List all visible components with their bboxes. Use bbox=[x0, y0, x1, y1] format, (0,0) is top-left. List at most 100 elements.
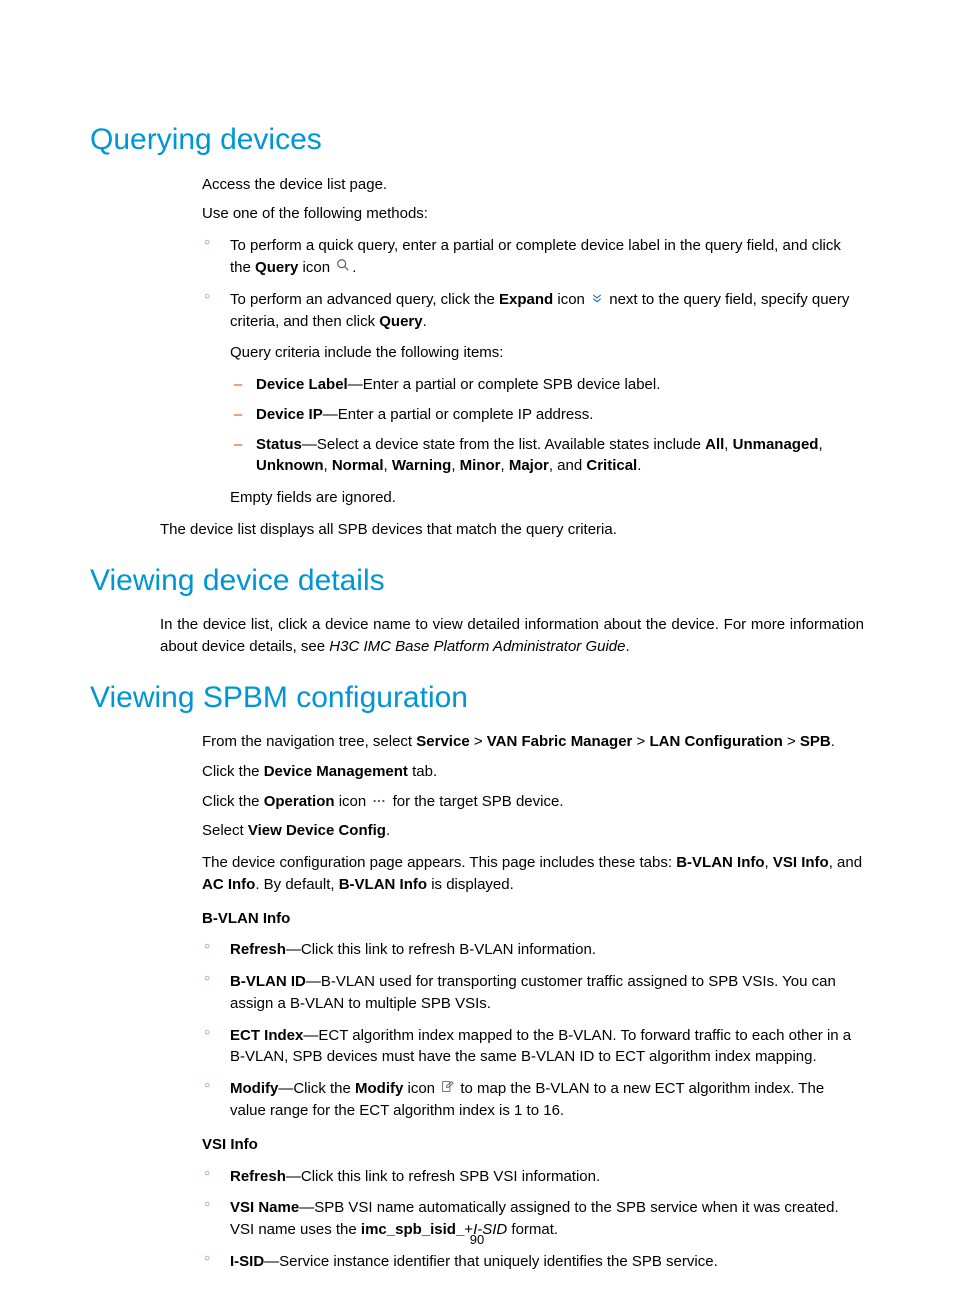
text: . bbox=[626, 638, 630, 655]
bvlan-modify: Modify—Click the Modify icon to map the … bbox=[202, 1078, 864, 1122]
sep: , bbox=[384, 457, 392, 474]
text: The device configuration page appears. T… bbox=[202, 854, 676, 871]
tab: AC Info bbox=[202, 876, 255, 893]
more-dots-icon bbox=[372, 791, 386, 813]
vsi-info-list: Refresh—Click this link to refresh SPB V… bbox=[202, 1166, 864, 1273]
heading-viewing-spbm-configuration: Viewing SPBM configuration bbox=[90, 676, 864, 720]
vsi-info-heading: VSI Info bbox=[202, 1134, 864, 1156]
text: —Enter a partial or complete IP address. bbox=[323, 406, 594, 423]
querying-steps: Access the device list page. Use one of … bbox=[160, 174, 864, 509]
vsi-refresh: Refresh—Click this link to refresh SPB V… bbox=[202, 1166, 864, 1188]
spbm-steps: From the navigation tree, select Service… bbox=[160, 731, 864, 1273]
bvlan-refresh: Refresh—Click this link to refresh B-VLA… bbox=[202, 939, 864, 961]
query-methods: To perform a quick query, enter a partia… bbox=[202, 235, 864, 509]
text: —ECT algorithm index mapped to the B-VLA… bbox=[230, 1027, 851, 1066]
text: icon bbox=[335, 793, 371, 810]
step-2: Use one of the following methods: To per… bbox=[160, 203, 864, 509]
nav: SPB bbox=[800, 733, 831, 750]
text: From the navigation tree, select bbox=[202, 733, 416, 750]
text: . bbox=[831, 733, 835, 750]
text: . bbox=[386, 822, 390, 839]
label: Refresh bbox=[230, 941, 286, 958]
label: B-VLAN ID bbox=[230, 973, 306, 990]
label: Modify bbox=[230, 1080, 278, 1097]
sep: , bbox=[500, 457, 508, 474]
criteria-device-label: Device Label—Enter a partial or complete… bbox=[230, 374, 864, 396]
operation-label: Operation bbox=[264, 793, 335, 810]
modify-label: Modify bbox=[355, 1080, 403, 1097]
sep: > bbox=[470, 733, 487, 750]
search-icon bbox=[336, 257, 350, 279]
nav: LAN Configuration bbox=[649, 733, 782, 750]
device-details-text: In the device list, click a device name … bbox=[160, 614, 864, 658]
expand-down-icon bbox=[591, 289, 603, 311]
text: icon bbox=[553, 291, 589, 308]
edit-icon bbox=[441, 1078, 454, 1100]
step-4: Select View Device Config. The device co… bbox=[160, 820, 864, 1272]
criteria-intro: Query criteria include the following ite… bbox=[230, 342, 864, 364]
step-text: Access the device list page. bbox=[202, 176, 387, 193]
label: I-SID bbox=[230, 1253, 264, 1270]
sep: , bbox=[324, 457, 332, 474]
config-intro: The device configuration page appears. T… bbox=[202, 852, 864, 896]
state: Critical bbox=[586, 457, 637, 474]
page-number: 90 bbox=[0, 1231, 954, 1250]
query-label: Query bbox=[379, 313, 422, 330]
tab: B-VLAN Info bbox=[339, 876, 427, 893]
label: ECT Index bbox=[230, 1027, 303, 1044]
label: Device IP bbox=[256, 406, 323, 423]
text: is displayed. bbox=[427, 876, 514, 893]
nav: Service bbox=[416, 733, 469, 750]
label: Status bbox=[256, 436, 302, 453]
nav: VAN Fabric Manager bbox=[487, 733, 633, 750]
text: . By default, bbox=[255, 876, 338, 893]
bvlan-ect-index: ECT Index—ECT algorithm index mapped to … bbox=[202, 1025, 864, 1069]
tab-name: Device Management bbox=[264, 763, 408, 780]
text: . bbox=[637, 457, 641, 474]
label: VSI Name bbox=[230, 1199, 299, 1216]
label: Device Label bbox=[256, 376, 348, 393]
sep: , and bbox=[829, 854, 862, 871]
sep: > bbox=[783, 733, 800, 750]
state: Minor bbox=[460, 457, 501, 474]
text: —Click this link to refresh B-VLAN infor… bbox=[286, 941, 596, 958]
state: Unknown bbox=[256, 457, 324, 474]
state: Unmanaged bbox=[733, 436, 819, 453]
text: —Click this link to refresh SPB VSI info… bbox=[286, 1168, 600, 1185]
empty-fields-note: Empty fields are ignored. bbox=[230, 487, 864, 509]
text: Click the bbox=[202, 793, 264, 810]
bvlan-info-list: Refresh—Click this link to refresh B-VLA… bbox=[202, 939, 864, 1121]
step-1: Access the device list page. bbox=[160, 174, 864, 196]
tab: B-VLAN Info bbox=[676, 854, 764, 871]
guide-title: H3C IMC Base Platform Administrator Guid… bbox=[329, 638, 625, 655]
bvlan-info-heading: B-VLAN Info bbox=[202, 908, 864, 930]
step-text: Use one of the following methods: bbox=[202, 205, 428, 222]
criteria-list: Device Label —Enter a partial or complete… bbox=[230, 374, 864, 477]
sep: , bbox=[818, 436, 822, 453]
state: Normal bbox=[332, 457, 384, 474]
vsi-isid: I-SID—Service instance identifier that u… bbox=[202, 1251, 864, 1273]
step-1: From the navigation tree, select Service… bbox=[160, 731, 864, 753]
state: All bbox=[705, 436, 724, 453]
text: . bbox=[352, 259, 356, 276]
bvlan-id: B-VLAN ID—B-VLAN used for transporting c… bbox=[202, 971, 864, 1015]
text: To perform an advanced query, click the bbox=[230, 291, 499, 308]
text: icon bbox=[403, 1080, 439, 1097]
sep: > bbox=[632, 733, 649, 750]
query-label: Query bbox=[255, 259, 298, 276]
text: —Click the bbox=[278, 1080, 355, 1097]
step-2: Click the Device Management tab. bbox=[160, 761, 864, 783]
quick-query-item: To perform a quick query, enter a partia… bbox=[202, 235, 864, 279]
text: —Select a device state from the list. Av… bbox=[302, 436, 705, 453]
state: Major bbox=[509, 457, 549, 474]
text: . bbox=[423, 313, 427, 330]
text: —B-VLAN used for transporting customer t… bbox=[230, 973, 836, 1012]
expand-label: Expand bbox=[499, 291, 553, 308]
sep: , bbox=[765, 854, 773, 871]
text: for the target SPB device. bbox=[393, 793, 564, 810]
sep: , bbox=[451, 457, 459, 474]
label: Refresh bbox=[230, 1168, 286, 1185]
text: Select bbox=[202, 822, 248, 839]
heading-viewing-device-details: Viewing device details bbox=[90, 559, 864, 603]
criteria-status: Status—Select a device state from the li… bbox=[230, 434, 864, 478]
